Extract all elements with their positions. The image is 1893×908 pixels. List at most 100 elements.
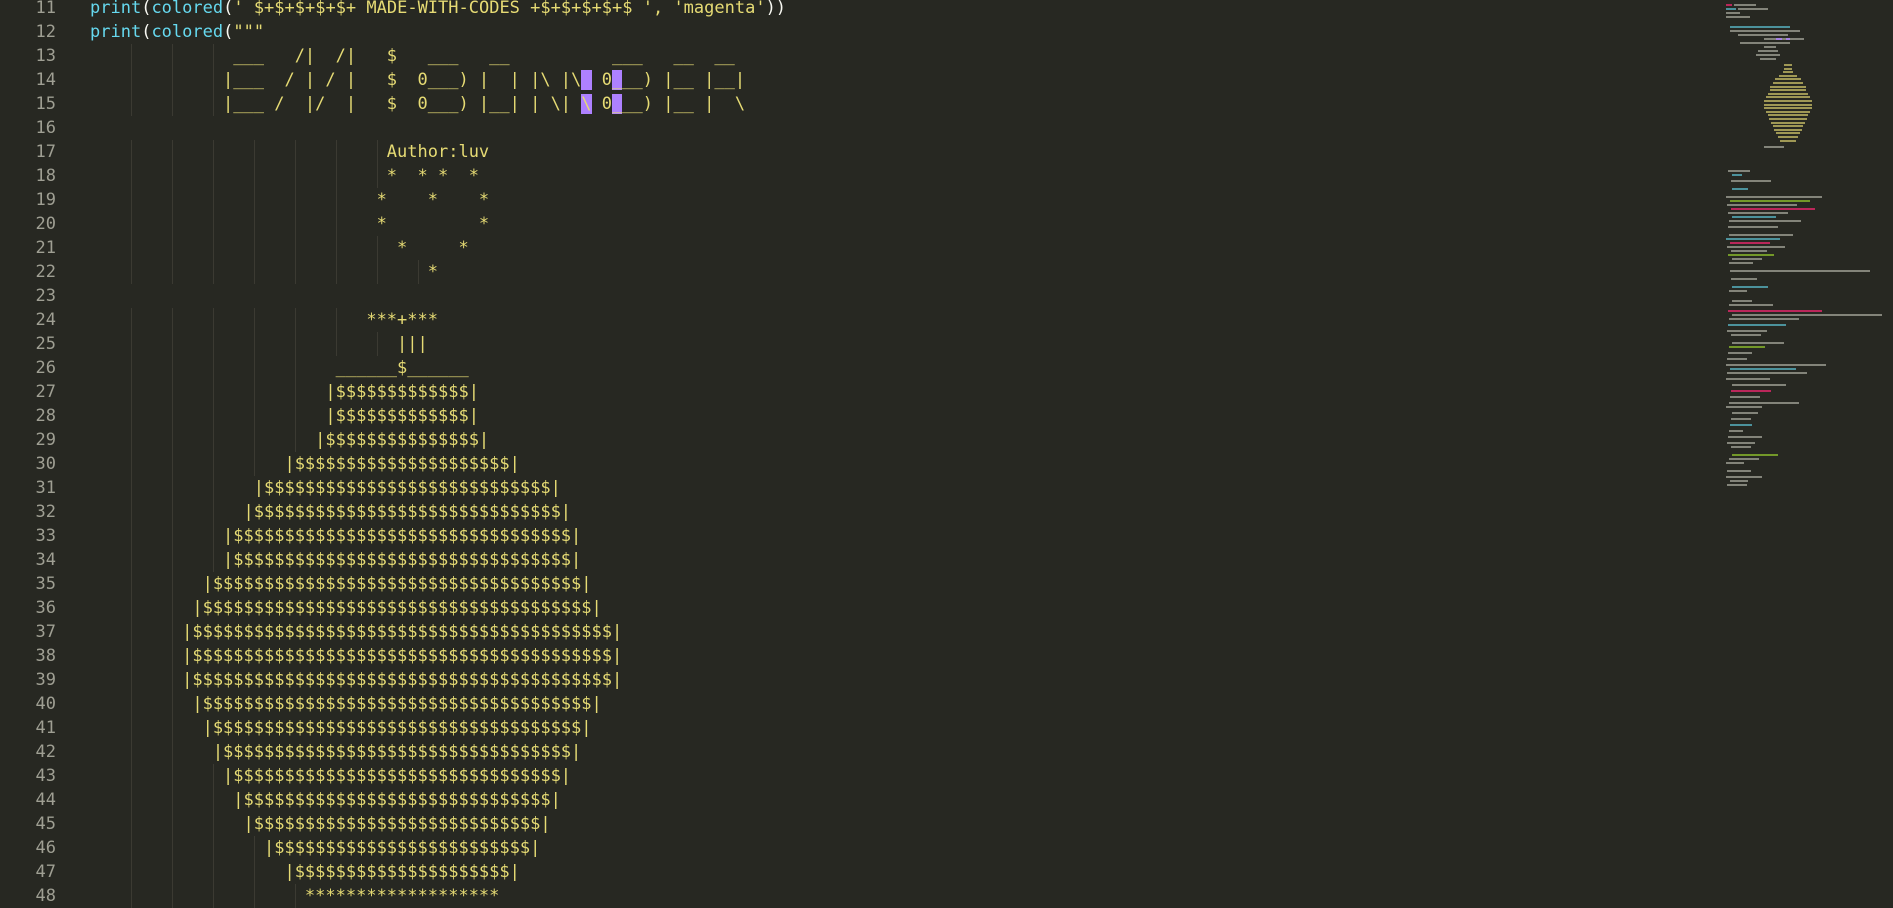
code-line[interactable]: |$$$$$$$$$$$$$$$$$$$$$|	[90, 452, 519, 476]
indent-guide	[131, 92, 132, 116]
code-line[interactable]: * *	[90, 212, 490, 236]
indent-guide	[254, 140, 255, 164]
code-line[interactable]: |$$$$$$$$$$$$$$$$$$$$$$$$$$$$$$$$|	[90, 764, 571, 788]
indent-guide	[213, 524, 214, 548]
indent-guide	[131, 140, 132, 164]
code-line[interactable]: |$$$$$$$$$$$$$$$$$$$$$$$$$$$$$$$$$|	[90, 524, 581, 548]
indent-guide	[131, 644, 132, 668]
code-line[interactable]: Author:luv	[90, 140, 489, 164]
indent-guide	[377, 236, 378, 260]
indent-guide	[131, 572, 132, 596]
code-line[interactable]: ___ /| /| $ ___ __ ___ __ __	[90, 44, 735, 68]
indent-guide	[418, 260, 419, 284]
indent-guide	[172, 644, 173, 668]
minimap-line	[1726, 4, 1732, 6]
minimap-line	[1776, 38, 1782, 40]
code-line[interactable]: print(colored(' $+$+$+$+$+ MADE-WITH-COD…	[90, 0, 786, 20]
line-number: 24	[35, 310, 56, 330]
indent-guide	[172, 356, 173, 380]
indent-guide	[131, 500, 132, 524]
code-line[interactable]: *	[90, 260, 438, 284]
line-number: 25	[35, 334, 56, 354]
indent-guide	[131, 836, 132, 860]
line-number: 37	[35, 622, 56, 642]
minimap-line	[1730, 270, 1870, 272]
code-line[interactable]: ***+***	[90, 308, 438, 332]
indent-guide	[131, 788, 132, 812]
minimap-line	[1774, 128, 1802, 131]
minimap-line	[1726, 12, 1740, 14]
code-line[interactable]: |$$$$$$$$$$$$$$$$$$$$$$$$$$$$$$$$$$$$$$|	[90, 692, 601, 716]
code-line[interactable]: |$$$$$$$$$$$$$|	[90, 380, 479, 404]
code-line[interactable]: * * *	[90, 188, 490, 212]
minimap-line	[1740, 42, 1790, 44]
line-number: 12	[35, 22, 56, 42]
indent-guide	[377, 140, 378, 164]
minimap-line	[1728, 352, 1752, 354]
line-number-gutter[interactable]: 11 12 13 14 15 16 17 18 19 20 21 22 23 24 25 26 27 28 29 30…	[0, 0, 80, 908]
line-number: 45	[35, 814, 56, 834]
code-line[interactable]: |$$$$$$$$$$$$$$$$$$$$$$$$$$$$$$$$$$|	[90, 740, 581, 764]
minimap-line	[1729, 402, 1799, 404]
code-token: ' $+$+$+$+$+ MADE-WITH-CODES +$+$+$+$+$ …	[233, 0, 766, 18]
indent-guide	[131, 164, 132, 188]
indent-guide	[131, 380, 132, 404]
minimap-line	[1726, 462, 1744, 464]
line-number: 14	[35, 70, 56, 90]
minimap-line	[1738, 34, 1788, 36]
indent-guide	[172, 308, 173, 332]
code-line[interactable]: * *	[90, 236, 469, 260]
indent-guide	[131, 260, 132, 284]
indent-guide	[336, 260, 337, 284]
code-line[interactable]: |$$$$$$$$$$$$$$$$$$$$$$$$$$$$$$|	[90, 788, 561, 812]
indent-guide	[336, 308, 337, 332]
minimap-line	[1728, 310, 1822, 312]
indent-guide	[254, 428, 255, 452]
code-line[interactable]: * * * *	[90, 164, 479, 188]
minimap-line	[1783, 71, 1793, 74]
code-line[interactable]: |$$$$$$$$$$$$$$$$$$$$$$$$$$$$$$$$$|	[90, 548, 581, 572]
minimap-line	[1729, 220, 1801, 222]
indent-guide	[131, 884, 132, 908]
code-line[interactable]: ______$______	[90, 356, 469, 380]
minimap-line	[1731, 390, 1771, 392]
code-line[interactable]: print(colored("""	[90, 20, 264, 44]
code-line[interactable]: |$$$$$$$$$$$$$$$$$$$$$$$$$|	[90, 836, 540, 860]
minimap[interactable]	[1712, 0, 1893, 908]
minimap-line	[1773, 125, 1803, 128]
code-line[interactable]: |$$$$$$$$$$$$$$$$$$$$$$$$$$$$$$$$$$$$$$$…	[90, 668, 622, 692]
minimap-line	[1726, 364, 1826, 366]
text-selection: _	[612, 70, 623, 90]
code-line[interactable]: |$$$$$$$$$$$$$$$|	[90, 428, 489, 452]
code-editor[interactable]: 11 12 13 14 15 16 17 18 19 20 21 22 23 24 25 26 27 28 29 30…	[0, 0, 1893, 908]
minimap-line	[1764, 103, 1812, 106]
minimap-line	[1727, 442, 1755, 444]
minimap-line	[1764, 100, 1812, 102]
minimap-line	[1732, 286, 1768, 288]
code-token: (	[223, 0, 234, 18]
code-line[interactable]: |$$$$$$$$$$$$$$$$$$$$$$$$$$$$|	[90, 812, 551, 836]
indent-guide	[172, 572, 173, 596]
code-line[interactable]: |$$$$$$$$$$$$$|	[90, 404, 479, 428]
code-line[interactable]: |$$$$$$$$$$$$$$$$$$$$$$$$$$$$$$$$$$$$$$|	[90, 596, 601, 620]
minimap-line	[1730, 200, 1810, 202]
code-line[interactable]: |___ / |/ | $ 0___) |__| | \| \ 0___) |_…	[90, 92, 745, 116]
line-number: 15	[35, 94, 56, 114]
indent-guide	[213, 548, 214, 572]
code-text-area[interactable]: print(colored(' $+$+$+$+$+ MADE-WITH-COD…	[90, 0, 1710, 908]
code-line[interactable]: |___ / | / | $ 0___) | | |\ |\ 0___) |__…	[90, 68, 745, 92]
indent-guide	[213, 380, 214, 404]
indent-guide	[131, 716, 132, 740]
minimap-line	[1728, 436, 1762, 438]
line-number: 22	[35, 262, 56, 282]
code-line[interactable]: |$$$$$$$$$$$$$$$$$$$$$$$$$$$$$$$$$$$$|	[90, 572, 592, 596]
code-line[interactable]: |$$$$$$$$$$$$$$$$$$$$$$$$$$$$$$$$$$$$|	[90, 716, 592, 740]
code-line[interactable]: |$$$$$$$$$$$$$$$$$$$$$$$$$$$$$$$$$$$$$$$…	[90, 644, 622, 668]
code-line[interactable]: |$$$$$$$$$$$$$$$$$$$$$|	[90, 860, 519, 884]
minimap-line	[1764, 107, 1812, 110]
code-line[interactable]: |$$$$$$$$$$$$$$$$$$$$$$$$$$$$$$$$$$$$$$$…	[90, 620, 622, 644]
code-line[interactable]: |$$$$$$$$$$$$$$$$$$$$$$$$$$$$$$|	[90, 500, 572, 524]
indent-guide	[131, 596, 132, 620]
code-line[interactable]: |$$$$$$$$$$$$$$$$$$$$$$$$$$$$|	[90, 476, 561, 500]
minimap-line	[1726, 16, 1750, 18]
